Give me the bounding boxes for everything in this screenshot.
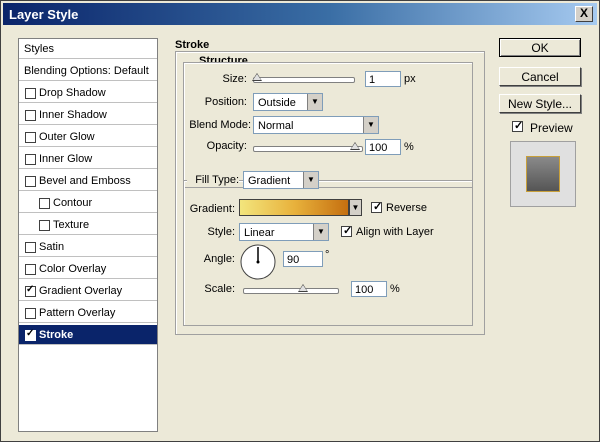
- contour-checkbox[interactable]: [39, 198, 50, 209]
- align-with-layer-checkbox[interactable]: [341, 224, 352, 237]
- styles-header[interactable]: Styles: [19, 39, 157, 59]
- satin-checkbox[interactable]: [25, 242, 36, 253]
- inner-shadow-label: Inner Shadow: [39, 109, 107, 121]
- outer-glow-label: Outer Glow: [39, 131, 95, 143]
- blend-mode-label: Blend Mode:: [189, 119, 251, 131]
- scale-slider[interactable]: [243, 288, 339, 294]
- style-select[interactable]: Linear ▼: [239, 223, 329, 241]
- chevron-down-icon[interactable]: ▼: [313, 224, 328, 240]
- texture-label: Texture: [53, 219, 90, 231]
- ok-button[interactable]: OK: [499, 38, 581, 57]
- drop-shadow-label: Drop Shadow: [39, 87, 106, 99]
- title-bar[interactable]: Layer Style X: [3, 3, 597, 25]
- inner-shadow-checkbox[interactable]: [25, 110, 36, 121]
- drop-shadow-checkbox[interactable]: [25, 88, 36, 99]
- style-item-pattern-overlay[interactable]: Pattern Overlay: [19, 303, 157, 323]
- texture-checkbox[interactable]: [39, 220, 50, 231]
- opacity-slider[interactable]: [253, 146, 363, 152]
- styles-header-label: Styles: [24, 43, 54, 55]
- angle-unit: °: [325, 249, 330, 261]
- angle-field[interactable]: 90: [283, 251, 323, 267]
- reverse-label: Reverse: [386, 202, 427, 214]
- stroke-panel: Stroke Structure Size: 1 px Position: Ou…: [175, 33, 485, 335]
- scale-field[interactable]: 100: [351, 281, 387, 297]
- size-slider[interactable]: [253, 77, 355, 83]
- size-label: Size:: [222, 73, 247, 85]
- style-item-color-overlay[interactable]: Color Overlay: [19, 259, 157, 279]
- blend-mode-value: Normal: [258, 120, 294, 132]
- style-item-contour[interactable]: Contour: [19, 193, 157, 213]
- gradient-overlay-checkbox[interactable]: [25, 284, 36, 297]
- angle-dial-icon[interactable]: [239, 243, 277, 281]
- chevron-down-icon[interactable]: ▼: [303, 172, 318, 188]
- style-item-texture[interactable]: Texture: [19, 215, 157, 235]
- angle-label: Angle:: [203, 253, 235, 265]
- style-item-inner-shadow[interactable]: Inner Shadow: [19, 105, 157, 125]
- satin-label: Satin: [39, 241, 65, 253]
- bevel-emboss-checkbox[interactable]: [25, 176, 36, 187]
- inner-glow-checkbox[interactable]: [25, 154, 36, 165]
- position-label: Position:: [204, 96, 247, 108]
- blend-mode-select[interactable]: Normal ▼: [253, 116, 379, 134]
- color-overlay-label: Color Overlay: [39, 263, 107, 275]
- close-button[interactable]: X: [575, 6, 593, 22]
- preview-thumbnail: [510, 141, 576, 207]
- contour-label: Contour: [53, 197, 93, 209]
- scale-unit: %: [390, 283, 400, 295]
- color-overlay-checkbox[interactable]: [25, 264, 36, 275]
- size-unit: px: [404, 73, 416, 85]
- chevron-down-icon[interactable]: ▼: [363, 117, 378, 133]
- inner-glow-label: Inner Glow: [39, 153, 93, 165]
- new-style-button[interactable]: New Style...: [499, 94, 581, 113]
- style-value: Linear: [244, 227, 275, 239]
- chevron-down-icon[interactable]: ▼: [307, 94, 322, 110]
- style-item-gradient-overlay[interactable]: Gradient Overlay: [19, 281, 157, 301]
- bevel-emboss-label: Bevel and Emboss: [39, 175, 131, 187]
- reverse-checkbox[interactable]: [371, 200, 382, 213]
- position-select[interactable]: Outside ▼: [253, 93, 323, 111]
- position-value: Outside: [258, 97, 296, 109]
- preview-label: Preview: [530, 121, 573, 135]
- preview-swatch: [526, 156, 560, 192]
- style-item-inner-glow[interactable]: Inner Glow: [19, 149, 157, 169]
- style-item-stroke[interactable]: Stroke: [19, 325, 157, 345]
- size-field[interactable]: 1: [365, 71, 401, 87]
- style-item-drop-shadow[interactable]: Drop Shadow: [19, 83, 157, 103]
- style-item-bevel-emboss[interactable]: Bevel and Emboss: [19, 171, 157, 191]
- gradient-overlay-label: Gradient Overlay: [39, 285, 123, 297]
- stroke-label: Stroke: [39, 329, 74, 341]
- opacity-slider-thumb[interactable]: [350, 142, 360, 150]
- fill-type-value: Gradient: [248, 175, 291, 187]
- preview-checkbox[interactable]: [512, 119, 523, 132]
- gradient-dropdown-icon[interactable]: ▼: [349, 199, 362, 216]
- scale-label: Scale:: [204, 283, 235, 295]
- scale-slider-thumb[interactable]: [298, 284, 308, 292]
- style-item-outer-glow[interactable]: Outer Glow: [19, 127, 157, 147]
- cancel-button[interactable]: Cancel: [499, 67, 581, 86]
- style-item-satin[interactable]: Satin: [19, 237, 157, 257]
- pattern-overlay-label: Pattern Overlay: [39, 307, 116, 319]
- blending-options-label: Blending Options: Default: [24, 65, 149, 77]
- pattern-overlay-checkbox[interactable]: [25, 308, 36, 319]
- align-with-layer-label: Align with Layer: [356, 226, 434, 238]
- fill-type-label: Fill Type:: [187, 174, 239, 186]
- layer-style-dialog: Layer Style X Styles Blending Options: D…: [0, 0, 600, 442]
- stroke-title: Stroke: [175, 39, 210, 51]
- style-label: Style:: [207, 226, 235, 238]
- opacity-field[interactable]: 100: [365, 139, 401, 155]
- styles-list: Styles Blending Options: Default Drop Sh…: [18, 38, 158, 432]
- fill-type-select[interactable]: Gradient ▼: [243, 171, 319, 189]
- blending-options-item[interactable]: Blending Options: Default: [19, 61, 157, 81]
- gradient-swatch[interactable]: [239, 199, 349, 216]
- stroke-checkbox[interactable]: [25, 328, 36, 341]
- dialog-client: Styles Blending Options: Default Drop Sh…: [3, 27, 597, 439]
- opacity-unit: %: [404, 141, 414, 153]
- size-slider-thumb[interactable]: [252, 73, 262, 81]
- gradient-label: Gradient:: [189, 203, 235, 215]
- opacity-label: Opacity:: [206, 140, 247, 152]
- outer-glow-checkbox[interactable]: [25, 132, 36, 143]
- window-title: Layer Style: [9, 7, 79, 22]
